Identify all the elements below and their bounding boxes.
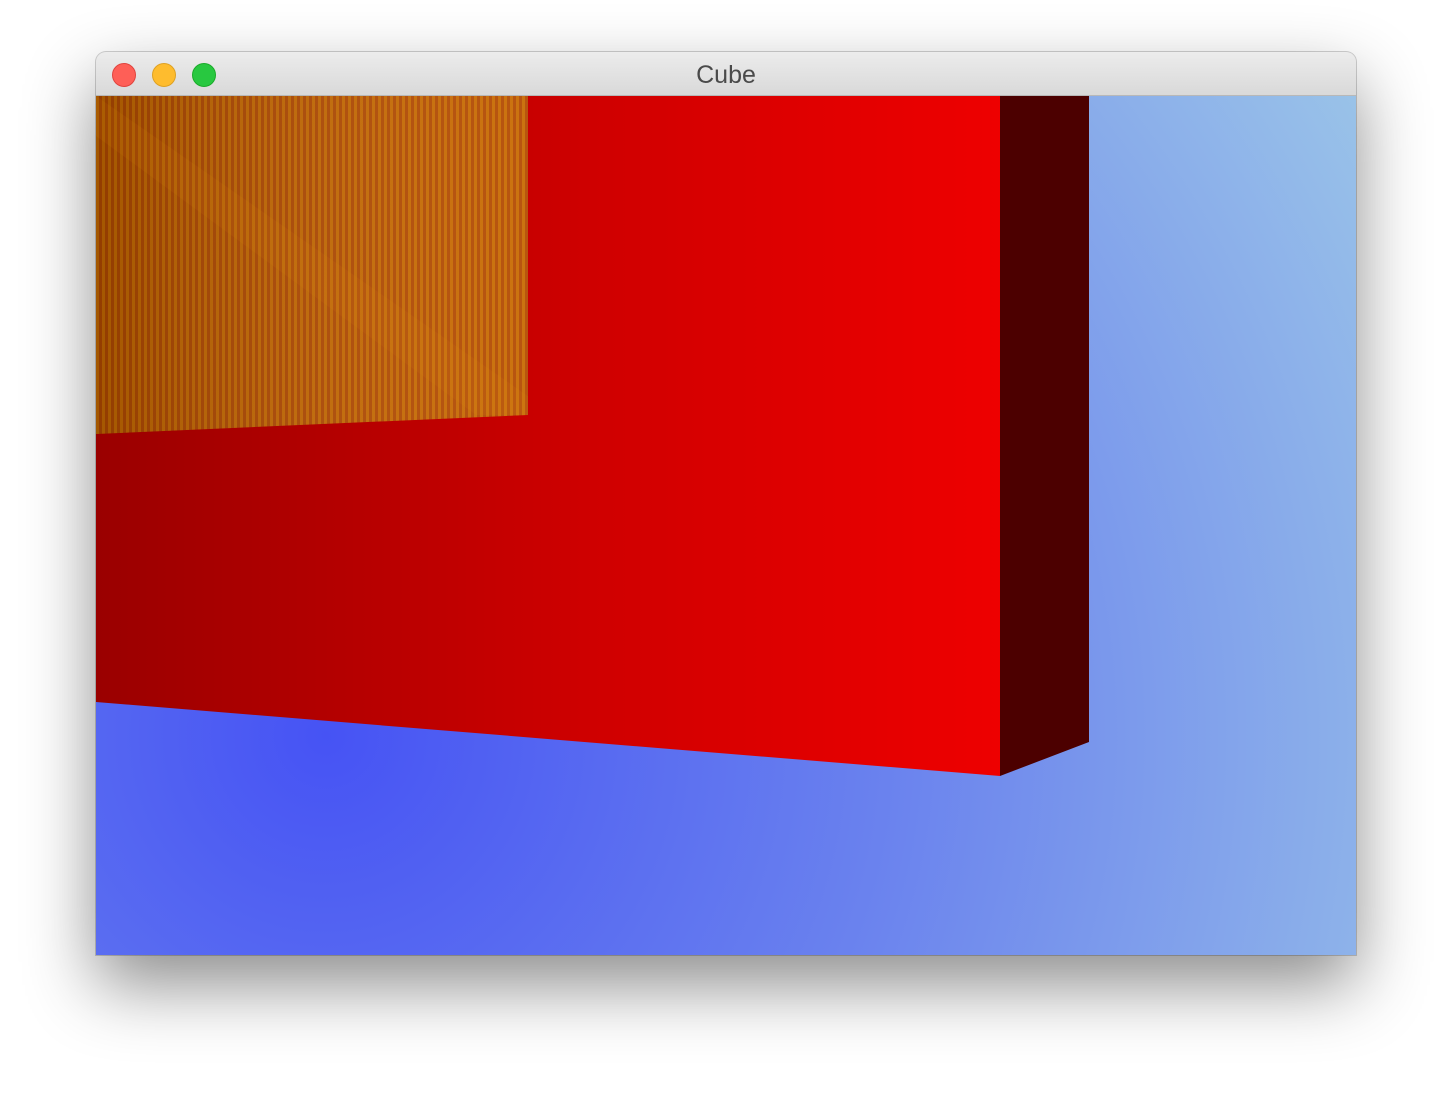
- cube-side-face: [1000, 96, 1089, 776]
- scene-canvas: [96, 96, 1356, 955]
- render-viewport[interactable]: [96, 96, 1356, 955]
- app-window: Cube: [96, 52, 1356, 955]
- title-bar[interactable]: Cube: [96, 52, 1356, 96]
- window-title: Cube: [696, 61, 756, 89]
